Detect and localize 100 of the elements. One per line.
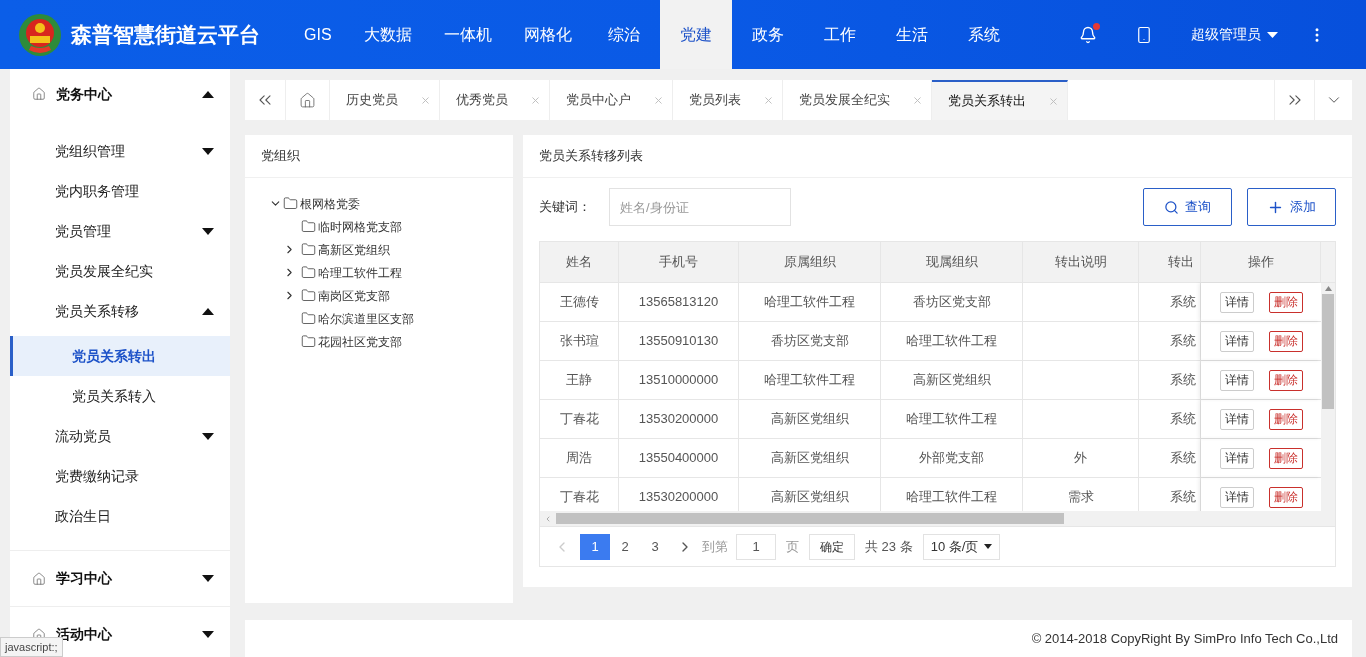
table-cell-text: 外 xyxy=(1074,449,1087,468)
detail-button[interactable]: 详情 xyxy=(1219,369,1254,391)
sidebar-item[interactable]: 党员关系转出 xyxy=(10,336,230,376)
tree-node[interactable]: 临时网格党支部 xyxy=(318,217,402,236)
nav-tab[interactable]: 党建 xyxy=(659,0,732,69)
nav-tab[interactable]: 网格化 xyxy=(507,0,588,69)
page-label: 页 xyxy=(786,537,799,556)
horizontal-scrollbar[interactable] xyxy=(540,511,1335,526)
caret-icon xyxy=(1267,31,1278,38)
detail-button[interactable]: 详情 xyxy=(1219,408,1254,430)
search-field[interactable]: 姓名/身份证 xyxy=(609,188,791,226)
column-header: 原属组织 xyxy=(739,242,881,282)
sidebar-item[interactable]: 党内职务管理 xyxy=(10,171,230,211)
table-cell-text: 系统 xyxy=(1170,332,1196,351)
tree-node[interactable]: 哈理工软件工程 xyxy=(318,263,402,282)
table-cell-text: 周浩 xyxy=(566,449,592,468)
expand-icon xyxy=(202,227,214,235)
nav-tab[interactable]: 系统 xyxy=(947,0,1020,69)
confirm-button[interactable]: 确定 xyxy=(809,533,855,560)
page-tab[interactable]: 党员关系转出 xyxy=(932,80,1068,120)
table-cell-text: 高新区党组织 xyxy=(770,488,849,507)
nav-tab[interactable]: 生活 xyxy=(875,0,948,69)
page-field[interactable]: 1 xyxy=(736,533,776,560)
table-cell-text: 高新区党组织 xyxy=(770,449,849,468)
tree-node[interactable]: 花园社区党支部 xyxy=(318,332,402,351)
add-button[interactable]: 添加 xyxy=(1247,188,1336,226)
delete-button[interactable]: 删除 xyxy=(1268,369,1303,391)
detail-button[interactable]: 详情 xyxy=(1219,486,1254,508)
nav-tab[interactable]: 大数据 xyxy=(347,0,428,69)
page-tab[interactable]: 党员中心户 xyxy=(550,80,673,120)
sidebar-group[interactable]: 党员管理 xyxy=(10,211,230,251)
delete-button[interactable]: 删除 xyxy=(1268,330,1303,352)
table-cell-text: 王静 xyxy=(566,371,592,390)
delete-button[interactable]: 删除 xyxy=(1268,486,1303,508)
close-icon[interactable] xyxy=(530,94,541,106)
table-cell-text: 系统 xyxy=(1170,293,1196,312)
close-icon[interactable] xyxy=(912,94,923,106)
sidebar-item[interactable]: 政治生日 xyxy=(10,496,230,536)
tree-node[interactable]: 南岗区党支部 xyxy=(318,286,390,305)
sidebar-group[interactable]: 党员关系转移 xyxy=(10,291,230,331)
close-icon[interactable] xyxy=(763,94,774,106)
column-header: 姓名 xyxy=(540,242,619,282)
close-icon[interactable] xyxy=(420,94,431,106)
scroll-left-icon[interactable] xyxy=(544,514,552,523)
page-button[interactable]: 3 xyxy=(640,533,670,560)
status-bar: javascript:; xyxy=(0,637,63,657)
nav-tab[interactable]: 工作 xyxy=(803,0,876,69)
keyword-label: 关键词： xyxy=(539,198,592,217)
emblem-logo xyxy=(17,11,63,58)
scroll-up-icon[interactable] xyxy=(1324,286,1332,291)
page-button[interactable]: 1 xyxy=(580,533,610,560)
tree-node[interactable]: 哈尔滨道里区支部 xyxy=(318,309,414,328)
phone-icon[interactable] xyxy=(1135,25,1153,44)
total-count: 共 23 条 xyxy=(865,537,913,556)
table-cell-text: 13530200000 xyxy=(638,488,719,507)
nav-tab[interactable]: 一体机 xyxy=(427,0,508,69)
column-header: 转出说明 xyxy=(1023,242,1139,282)
page-size-select[interactable]: 10 条/页 xyxy=(922,533,1001,560)
detail-button[interactable]: 详情 xyxy=(1219,447,1254,469)
table-cell-text: 香坊区党支部 xyxy=(912,293,991,312)
page-tab[interactable]: 党员列表 xyxy=(673,80,783,120)
detail-button[interactable]: 详情 xyxy=(1219,291,1254,313)
nav-tab[interactable]: GIS xyxy=(288,0,348,69)
table-cell-text: 丁春花 xyxy=(559,410,599,429)
page-tab[interactable]: 历史党员 xyxy=(330,80,440,120)
vertical-scrollbar[interactable] xyxy=(1321,282,1335,511)
sidebar-item[interactable]: 党费缴纳记录 xyxy=(10,456,230,496)
table-cell-text: 高新区党组织 xyxy=(912,371,991,390)
page-button[interactable]: 2 xyxy=(610,533,640,560)
tree-node[interactable]: 高新区党组织 xyxy=(318,240,390,259)
table-cell-text: 系统 xyxy=(1170,449,1196,468)
copyright-text: © 2014-2018 CopyRight By SimPro Info Tech Co.,Ltd xyxy=(1031,629,1338,648)
sidebar-group[interactable]: 流动党员 xyxy=(10,416,230,456)
column-header: 操作 xyxy=(1201,242,1321,282)
table-cell-text: 13530200000 xyxy=(638,410,719,429)
table-cell-text: 张书瑄 xyxy=(559,332,599,351)
delete-button[interactable]: 删除 xyxy=(1268,447,1303,469)
sidebar-item[interactable]: 党员关系转入 xyxy=(10,376,230,416)
table-cell-text: 外部党支部 xyxy=(919,449,984,468)
table-cell-text: 哈理工软件工程 xyxy=(906,410,997,429)
nav-tab[interactable]: 政务 xyxy=(731,0,804,69)
sidebar-group[interactable]: 党组织管理 xyxy=(10,131,230,171)
table-cell-text: 哈理工软件工程 xyxy=(906,332,997,351)
table-cell-text: 哈理工软件工程 xyxy=(764,293,855,312)
close-icon[interactable] xyxy=(653,94,664,106)
close-icon[interactable] xyxy=(1048,95,1059,107)
detail-button[interactable]: 详情 xyxy=(1219,330,1254,352)
query-button[interactable]: 查询 xyxy=(1143,188,1232,226)
page-tab[interactable]: 优秀党员 xyxy=(440,80,550,120)
folder-icon xyxy=(301,311,316,326)
sidebar-item[interactable]: 党员发展全纪实 xyxy=(10,251,230,291)
folder-icon xyxy=(283,196,298,211)
user-menu[interactable]: 超级管理员 xyxy=(1191,24,1278,45)
delete-button[interactable]: 删除 xyxy=(1268,408,1303,430)
nav-tab[interactable]: 综治 xyxy=(587,0,660,69)
bell-icon[interactable] xyxy=(1079,25,1097,44)
tree-node[interactable]: 根网格党委 xyxy=(300,194,360,213)
delete-button[interactable]: 删除 xyxy=(1268,291,1303,313)
sidebar-section[interactable]: 学习中心 xyxy=(10,551,230,606)
sidebar-section[interactable]: 党务中心 xyxy=(10,69,230,119)
